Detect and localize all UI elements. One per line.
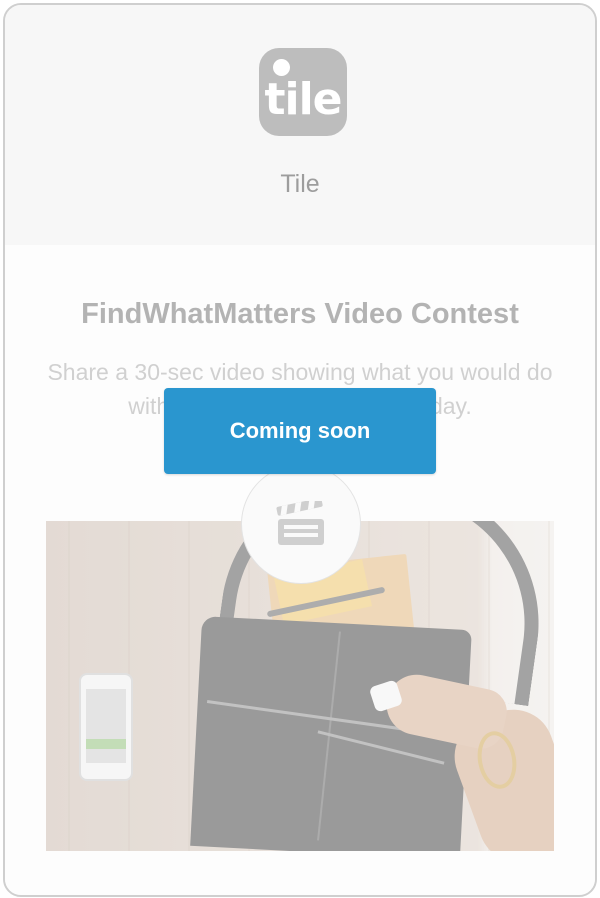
app-header: tile Tile (5, 5, 595, 245)
clapperboard-icon (276, 501, 324, 545)
coming-soon-button[interactable]: Coming soon (164, 388, 436, 474)
app-name: Tile (280, 170, 320, 198)
contest-title: FindWhatMatters Video Contest (81, 298, 519, 330)
tile-logo: tile (259, 48, 347, 136)
video-badge[interactable] (241, 464, 361, 584)
logo-text: tile (264, 74, 342, 125)
